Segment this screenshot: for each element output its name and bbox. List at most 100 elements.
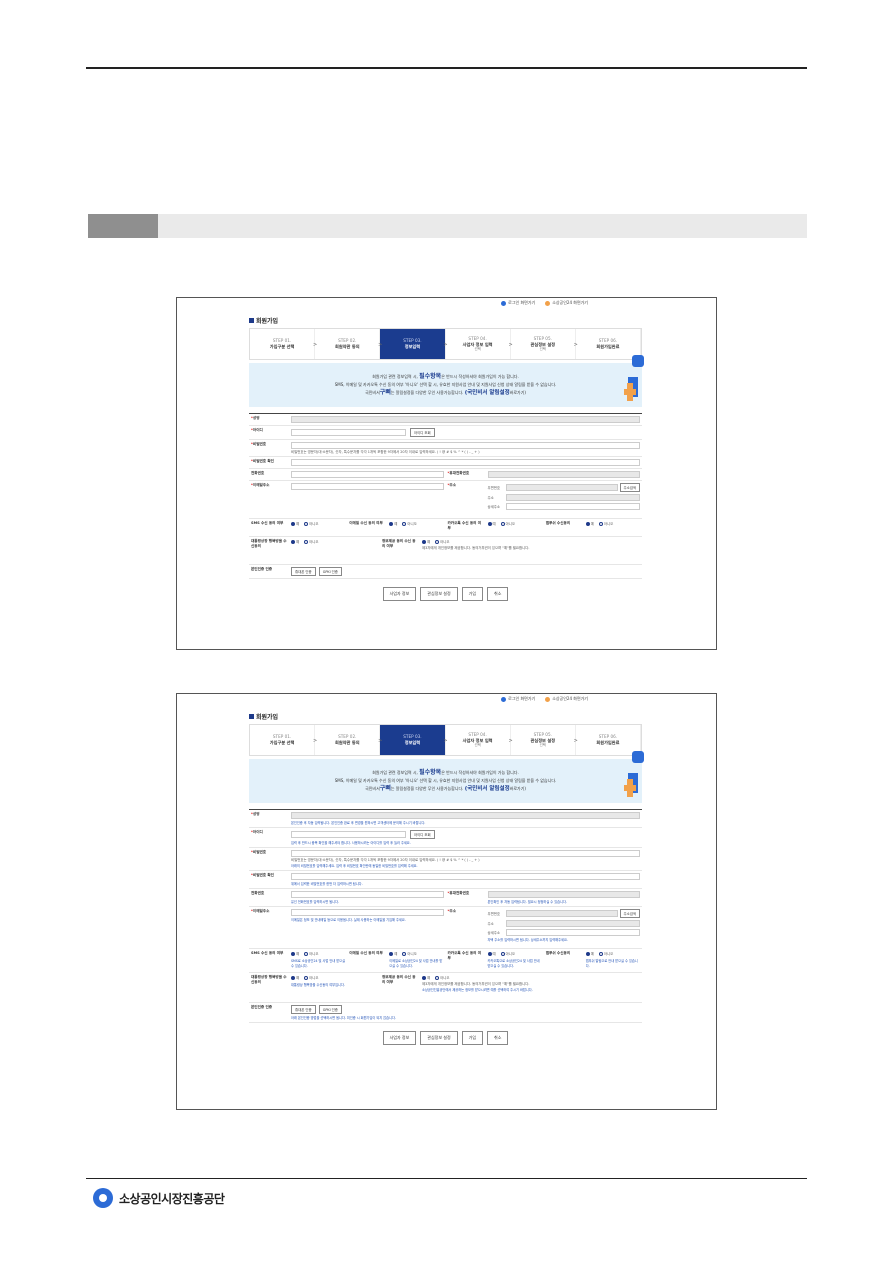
email-yes-radio[interactable]: 예 [389,951,397,956]
join-button[interactable]: 가입 [461,1031,484,1045]
email-input[interactable] [291,909,444,916]
personal-no-radio[interactable]: 아니오 [435,539,449,544]
cancel-button[interactable]: 취소 [487,587,509,601]
row-verify: 본인인증 인증 휴대폰 인증 GPKI 인증 [249,565,642,579]
step-3-active: STEP 03. 정보입력 [380,329,448,359]
phone-input[interactable] [291,471,444,478]
row-email-address: 이메일주소 주소 우편번호주소검색 주소 상세주소 [249,481,642,519]
biz-info-button[interactable]: 사업자 정보 [382,587,417,601]
row-phone: 전화번호유선 전화번호를 입력하시면 됩니다. 휴대전화번호본인확인 후 자동 … [249,889,642,907]
row-name: 성명본인인증 후 자동 입력됩니다. 본인인증 완료 후 변경을 원하시면 고객… [249,810,642,828]
password-input[interactable] [291,850,640,857]
kakao-no-radio[interactable]: 아니오 [500,521,515,526]
email-no-radio[interactable]: 아니오 [402,951,417,956]
title-square-icon [249,317,254,323]
org-logo-icon [93,1188,113,1208]
notice-box: 회원가입 관련 정보입력 시, 필수항목은 반드시 작성하셔야 회원가입이 가능… [249,751,644,803]
signup-form: 성명본인인증 후 자동 입력됩니다. 본인인증 완료 후 변경을 원하시면 고객… [249,809,642,1023]
password-input[interactable] [291,442,640,449]
row-password-confirm: 비밀번호 확인 [249,457,642,469]
id-check-button[interactable]: 아이디 조회 [410,830,435,839]
page-title: 회원가입 [249,711,642,721]
section-tag [88,214,158,238]
email-no-radio[interactable]: 아니오 [402,521,417,526]
kakao-no-radio[interactable]: 아니오 [500,951,515,956]
gov-no-radio[interactable]: 아니오 [304,539,318,544]
kakao-yes-radio[interactable]: 예 [487,521,496,526]
join-button[interactable]: 가입 [461,587,484,601]
notice-decoration-icon [624,355,644,401]
verify-gpin-button[interactable]: GPKI 인증 [318,1005,342,1014]
address-detail-input[interactable] [505,503,640,510]
zip-input [505,910,618,917]
push-yes-radio[interactable]: 예 [585,951,594,956]
email-input[interactable] [291,483,444,490]
step-4: STEP 04. 사업자 정보 입력 선택 [446,329,513,359]
biz-info-button[interactable]: 사업자 정보 [382,1031,417,1045]
push-no-radio[interactable]: 아니오 [598,951,613,956]
password-confirm-input[interactable] [291,459,640,466]
step-2: STEP 02. 회원약관 동의 [315,329,383,359]
address-detail-input[interactable] [505,929,640,936]
id-input[interactable] [291,831,406,838]
verify-phone-button[interactable]: 휴대폰 인증 [291,567,316,576]
notice-decoration-icon [624,751,644,797]
push-no-radio[interactable]: 아니오 [598,521,613,526]
site-link[interactable]: 소상공인24 화면가기 [545,300,588,306]
verify-gpin-button[interactable]: GPKI 인증 [318,567,342,576]
row-gov-consent: 대통령상장 행복방울 수신동의 예 아니오 대통령상 행복방울 수신동의 여부입니다.… [249,973,642,1003]
org-name: 소상공인시장진흥공단 [119,1191,225,1206]
id-input[interactable] [291,429,406,436]
sms-no-radio[interactable]: 아니오 [304,951,318,956]
gov-yes-radio[interactable]: 예 [291,975,299,980]
login-link[interactable]: 로그인 화면가기 [501,696,535,702]
sms-yes-radio[interactable]: 예 [291,521,299,526]
gov-yes-radio[interactable]: 예 [291,539,299,544]
kakao-yes-radio[interactable]: 예 [487,951,496,956]
row-id: 아이디아이디 조회입력 후 반드시 중복 확인을 해주셔야 합니다. 사용하시려… [249,828,642,848]
login-link[interactable]: 로그인 화면가기 [501,300,535,306]
gov-no-radio[interactable]: 아니오 [304,975,318,980]
verify-phone-button[interactable]: 휴대폰 인증 [291,1005,316,1014]
login-icon [501,300,507,306]
password-confirm-input[interactable] [291,873,640,880]
form-actions: 사업자 정보 관심정보 설정 가입 취소 [249,1031,642,1045]
step-2: STEP 02. 회원약관 동의 [315,725,383,755]
email-yes-radio[interactable]: 예 [389,521,397,526]
row-id: 아이디아이디 조회 [249,426,642,440]
row-password: 비밀번호비밀번호는 영문자(대·소문자), 숫자, 특수문자를 각각 1개씩 포… [249,440,642,457]
row-email-address: 이메일주소이메일은 정보 및 안내메일 등으로 이용됩니다. 실제 사용하는 이… [249,907,642,949]
address-search-button[interactable]: 주소검색 [619,483,640,492]
row-name: 성명 [249,414,642,426]
footer-logo: 소상공인시장진흥공단 [92,1187,225,1209]
footer-rule [86,1178,807,1179]
step-1: STEP 01. 가입구분 선택 [250,329,317,359]
sms-yes-radio[interactable]: 예 [291,951,299,956]
form-actions: 사업자 정보 관심정보 설정 가입 취소 [249,587,642,601]
step-bar: STEP 01.가입구분 선택 STEP 02.회원약관 동의 STEP 03.… [249,724,642,756]
mobile-input [487,471,640,478]
site-link[interactable]: 소상공인24 화면가기 [545,696,588,702]
cancel-button[interactable]: 취소 [487,1031,509,1045]
id-check-button[interactable]: 아이디 조회 [410,428,435,437]
top-nav: 로그인 화면가기 소상공인24 화면가기 [501,696,588,702]
personal-yes-radio[interactable]: 예 [422,539,430,544]
push-yes-radio[interactable]: 예 [585,521,594,526]
interest-button[interactable]: 관심정보 설정 [420,1031,458,1045]
interest-button[interactable]: 관심정보 설정 [420,587,458,601]
section-bar [88,214,807,238]
title-square-icon [249,713,254,719]
address-search-button[interactable]: 주소검색 [619,909,640,918]
phone-input[interactable] [291,891,444,898]
name-input [291,812,640,819]
row-phone: 전화번호 휴대전화번호 [249,469,642,481]
row-password-confirm: 비밀번호 확인위에서 입력한 비밀번호를 한번 더 입력하시면 됩니다. [249,871,642,889]
sms-no-radio[interactable]: 아니오 [304,521,318,526]
personal-no-radio[interactable]: 아니오 [435,975,449,980]
personal-yes-radio[interactable]: 예 [422,975,430,980]
site-icon [545,696,551,702]
row-verify: 본인인증 인증 휴대폰 인증 GPKI 인증 아래 본인인증 방법을 선택하시면 됩니… [249,1003,642,1023]
zip-input [505,484,618,491]
address-input [505,920,640,927]
step-3-active: STEP 03. 정보입력 [380,725,448,755]
